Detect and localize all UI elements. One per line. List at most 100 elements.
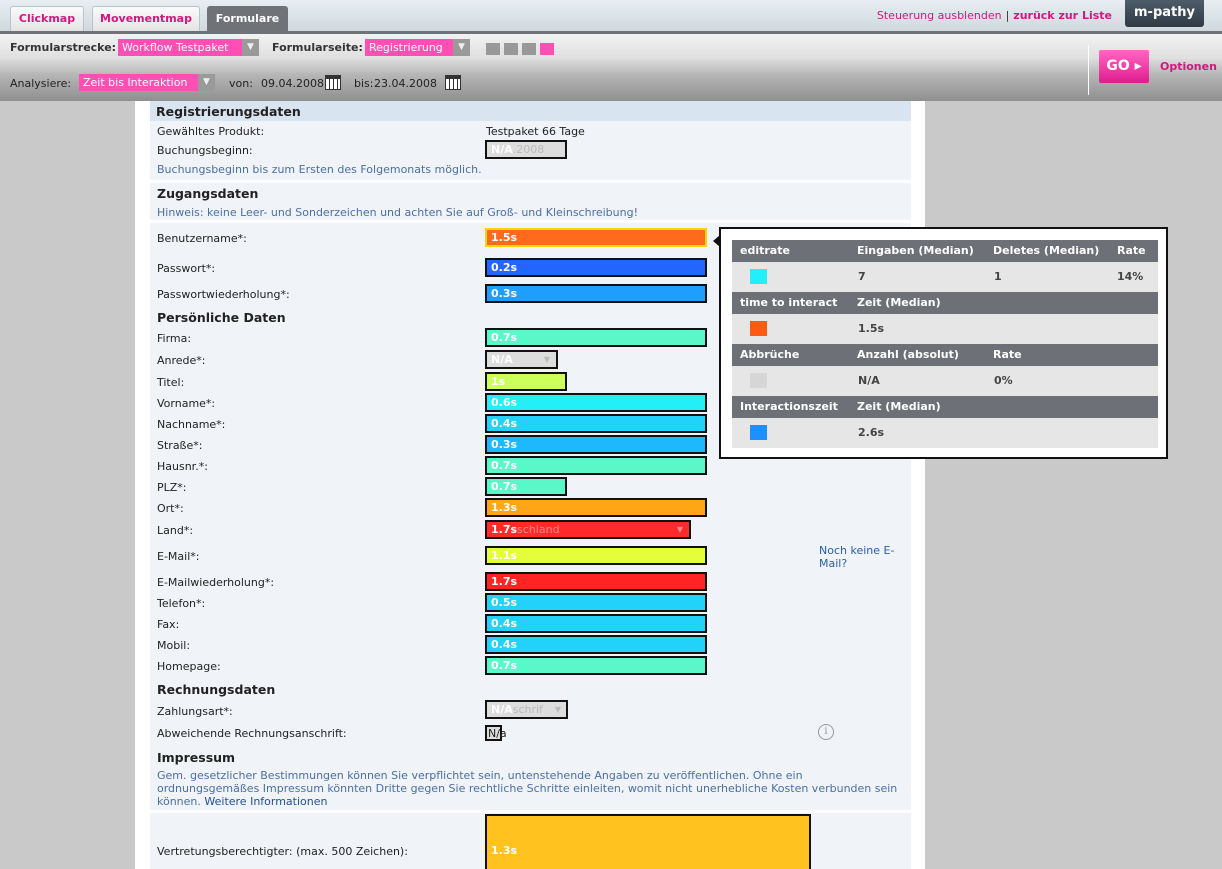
chevron-down-icon[interactable]: ▼	[453, 39, 470, 56]
noch-keine-email-link[interactable]: Noch keine E-Mail?	[819, 544, 899, 570]
tab-movementmap[interactable]: Movementmap	[92, 6, 200, 31]
fax-field[interactable]: 0.4s	[485, 614, 707, 633]
header-cell: Anzahl (absolut)	[857, 348, 959, 361]
von-date[interactable]: 09.04.2008	[261, 77, 324, 90]
anrede-select[interactable]: N/A ▼	[485, 350, 558, 369]
land-select[interactable]: 1.7sschland ▼	[485, 520, 691, 539]
weitere-informationen-link[interactable]: Weitere Informationen	[204, 795, 327, 808]
step-indicator[interactable]	[486, 43, 500, 55]
benutzername-field[interactable]: 1.5s	[485, 228, 707, 247]
buchungsbeginn-note: Buchungsbeginn bis zum Ersten des Folgem…	[157, 163, 482, 176]
calendar-icon[interactable]	[445, 75, 461, 90]
vertretungsberechtigter-field[interactable]: 1.3s	[485, 814, 811, 869]
optionen-link[interactable]: Optionen	[1160, 60, 1217, 73]
passwortwiederholung-label: Passwortwiederholung*:	[157, 288, 290, 301]
anrede-label: Anrede*:	[157, 354, 206, 367]
titel-field[interactable]: 1s	[485, 372, 567, 391]
strasse-label: Straße*:	[157, 439, 203, 452]
buchungsbeginn-label: Buchungsbeginn:	[157, 144, 253, 157]
chevron-down-icon: ▼	[676, 525, 683, 534]
passwort-label: Passwort*:	[157, 262, 216, 275]
popup-header-abbrueche: Abbrüche Anzahl (absolut) Rate	[732, 344, 1158, 366]
produkt-label: Gewähltes Produkt:	[157, 125, 265, 138]
land-label: Land*:	[157, 524, 194, 537]
formularseite-label: Formularseite:	[272, 41, 363, 54]
chevron-down-icon[interactable]: ▼	[198, 74, 215, 91]
header-cell: editrate	[740, 244, 790, 257]
email-field[interactable]: 1.1s	[485, 546, 707, 565]
color-swatch	[750, 269, 767, 284]
chevron-down-icon: ▼	[543, 355, 550, 364]
buchungsbeginn-field[interactable]: N/A.2008	[485, 140, 567, 159]
plz-field[interactable]: 0.7s	[485, 477, 567, 496]
zahlungsart-label: Zahlungsart*:	[157, 705, 233, 718]
cell: 2.6s	[858, 426, 885, 439]
firma-field[interactable]: 0.7s	[485, 328, 707, 347]
analysiere-select[interactable]: Zeit bis Interaktion	[79, 74, 198, 91]
header-cell: time to interact	[740, 296, 838, 309]
field-stats-popup: editrate Eingaben (Median) Deletes (Medi…	[713, 227, 1168, 459]
tab-clickmap[interactable]: Clickmap	[10, 6, 84, 31]
vorname-field[interactable]: 0.6s	[485, 393, 707, 412]
field-ghost: .2008	[512, 143, 545, 156]
von-label: von:	[229, 77, 253, 90]
color-swatch	[750, 425, 767, 440]
cell: 14%	[1117, 270, 1144, 283]
step-indicator[interactable]	[504, 43, 518, 55]
produkt-value: Testpaket 66 Tage	[486, 125, 585, 138]
ort-field[interactable]: 1.3s	[485, 498, 707, 517]
header-cell: Zeit (Median)	[857, 400, 941, 413]
formularstrecke-label: Formularstrecke:	[10, 41, 117, 54]
abweichend-label: Abweichende Rechnungsanschrift:	[157, 727, 347, 740]
homepage-label: Homepage:	[157, 660, 221, 673]
step-indicator[interactable]	[522, 43, 536, 55]
formularstrecke-select[interactable]: Workflow Testpaket	[118, 39, 242, 56]
nachname-field[interactable]: 0.4s	[485, 414, 707, 433]
go-button[interactable]: GO ▸	[1099, 50, 1149, 83]
header-cell: Abbrüche	[740, 348, 800, 361]
field-value: N/A	[491, 353, 513, 366]
step-indicator-active[interactable]	[540, 43, 554, 55]
calendar-icon[interactable]	[325, 75, 341, 90]
link-separator: |	[1005, 9, 1010, 22]
hide-controls-link[interactable]: Steuerung ausblenden	[877, 9, 1002, 22]
divider	[150, 810, 911, 813]
toolbar-divider	[1088, 45, 1089, 95]
section-impressum: Impressum	[157, 750, 236, 765]
tab-formulare[interactable]: Formulare	[207, 6, 288, 31]
formularseite-select[interactable]: Registrierung	[365, 39, 453, 56]
strasse-field[interactable]: 0.3s	[485, 435, 707, 454]
popup-header-time: time to interact Zeit (Median)	[732, 292, 1158, 314]
divider	[150, 180, 911, 183]
email-label: E-Mail*:	[157, 550, 200, 563]
color-swatch	[750, 373, 767, 388]
homepage-field[interactable]: 0.7s	[485, 656, 707, 675]
field-value: N/A	[491, 703, 513, 716]
firma-label: Firma:	[157, 332, 192, 345]
bis-label: bis:	[354, 77, 374, 90]
passwort-field[interactable]: 0.2s	[485, 258, 707, 277]
chevron-down-icon: ▼	[554, 705, 561, 714]
cell: 7	[858, 270, 866, 283]
popup-row-time: 1.5s	[732, 314, 1158, 344]
emailwiederholung-field[interactable]: 1.7s	[485, 572, 707, 591]
hausnr-field[interactable]: 0.7s	[485, 456, 707, 475]
ort-label: Ort*:	[157, 502, 184, 515]
field-ghost: schrif	[512, 703, 543, 716]
info-icon[interactable]: i	[818, 724, 834, 740]
passwortwiederholung-field[interactable]: 0.3s	[485, 284, 707, 303]
field-value: N/A	[491, 143, 513, 156]
zahlungsart-select[interactable]: N/Aschrif ▼	[485, 700, 568, 719]
chevron-down-icon[interactable]: ▼	[242, 39, 259, 56]
header-cell: Rate	[1117, 244, 1146, 257]
cell: N/A	[858, 374, 880, 387]
fax-label: Fax:	[157, 618, 180, 631]
popup-row-abbrueche: N/A 0%	[732, 366, 1158, 396]
telefon-field[interactable]: 0.5s	[485, 593, 707, 612]
field-value: 1.7s	[491, 523, 518, 536]
bis-date[interactable]: 23.04.2008	[374, 77, 437, 90]
back-to-list-link[interactable]: zurück zur Liste	[1013, 9, 1112, 22]
cell: 0%	[994, 374, 1013, 387]
mobil-field[interactable]: 0.4s	[485, 635, 707, 654]
top-links: Steuerung ausblenden | zurück zur Liste	[877, 9, 1112, 22]
